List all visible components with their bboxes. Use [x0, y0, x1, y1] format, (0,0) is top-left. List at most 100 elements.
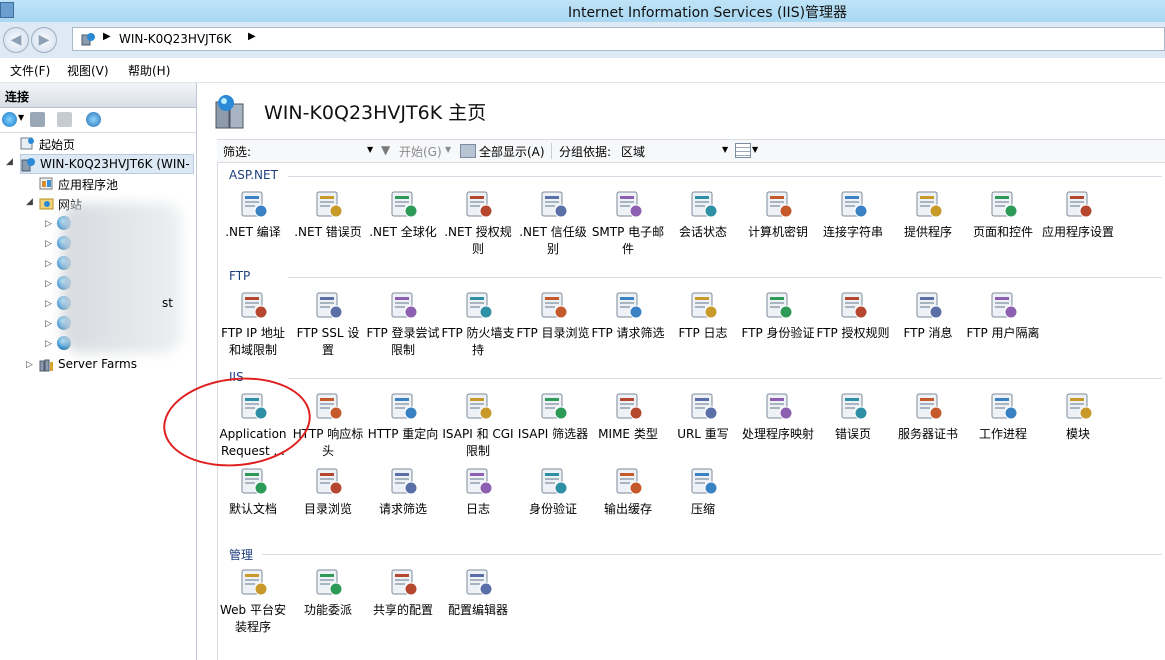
back-button[interactable]: ◀ [3, 27, 29, 53]
sites-folder-icon [39, 198, 54, 210]
tree-server[interactable]: WIN-K0Q23HVJT6K (WIN- [20, 154, 194, 174]
feature-ftp-isolation[interactable]: FTP 用户隔离 [966, 289, 1040, 342]
feature-smtp[interactable]: SMTP 电子邮件 [591, 188, 665, 258]
feature-ftp-filter[interactable]: FTP 请求筛选 [591, 289, 665, 342]
feature-worker-process[interactable]: 工作进程 [966, 390, 1040, 443]
filter-input[interactable] [257, 141, 375, 159]
feature-mime[interactable]: MIME 类型 [591, 390, 665, 443]
chevron-down-icon[interactable]: ▼ [752, 145, 758, 154]
feature-ftp-log[interactable]: FTP 日志 [666, 289, 740, 342]
feature-dir-browse[interactable]: 目录浏览 [291, 465, 365, 518]
feature-modules[interactable]: 模块 [1041, 390, 1115, 443]
feature-config-editor[interactable]: 配置编辑器 [441, 566, 515, 619]
forward-button[interactable]: ▶ [31, 27, 57, 53]
up-icon[interactable] [57, 112, 72, 127]
feature-feature-delegation[interactable]: 功能委派 [291, 566, 365, 619]
address-box[interactable]: ▶ WIN-K0Q23HVJT6K ▶ [72, 27, 1165, 51]
expand-arrow-icon[interactable]: ▷ [45, 279, 52, 289]
ftp-authz-icon [837, 289, 869, 321]
show-all-button[interactable]: 全部显示(A) [479, 143, 545, 160]
feature-compression[interactable]: 压缩 [666, 465, 740, 518]
collapse-arrow-icon[interactable]: ◢ [6, 157, 13, 167]
collapse-arrow-icon[interactable]: ◢ [26, 197, 33, 207]
group-label[interactable]: ASP.NET [229, 168, 278, 182]
feature-machine-key[interactable]: 计算机密钥 [741, 188, 815, 241]
web-platform-installer-icon [237, 566, 269, 598]
pages-controls-icon [987, 188, 1019, 220]
group-by-select[interactable]: 区域 [621, 143, 645, 160]
feature-request-filter[interactable]: 请求筛选 [366, 465, 440, 518]
expand-arrow-icon[interactable]: ▷ [45, 259, 52, 269]
menu-view[interactable]: 视图(V) [67, 62, 109, 79]
view-mode-icon[interactable] [735, 143, 751, 158]
feature-trust-check[interactable]: .NET 信任级别 [516, 188, 590, 258]
feature-error-page-404[interactable]: .NET 错误页 [291, 188, 365, 241]
expand-arrow-icon[interactable]: ▷ [45, 219, 52, 229]
feature-isapi-filter[interactable]: ISAPI 筛选器 [516, 390, 590, 443]
tree-server-farms[interactable]: Server Farms [39, 355, 189, 375]
tree-app-pools[interactable]: 应用程序池 [39, 174, 189, 194]
save-icon[interactable] [30, 112, 45, 127]
feature-handler-mapping[interactable]: 处理程序映射 [741, 390, 815, 443]
feature-url-rewrite[interactable]: URL 重写 [666, 390, 740, 443]
ftp-ssl-icon [312, 289, 344, 321]
expand-arrow-icon[interactable]: ▷ [45, 299, 52, 309]
chevron-down-icon[interactable]: ▼ [367, 145, 373, 154]
expand-arrow-icon[interactable]: ▷ [45, 319, 52, 329]
feature-output-cache[interactable]: 输出缓存 [591, 465, 665, 518]
default-doc-icon [237, 465, 269, 497]
feature-ftp-dir[interactable]: FTP 目录浏览 [516, 289, 590, 342]
filter-label: 筛选: [223, 145, 252, 159]
feature-label: FTP 登录尝试限制 [366, 326, 440, 357]
group-label[interactable]: FTP [229, 269, 250, 283]
feature-lock-doc[interactable]: .NET 授权规则 [441, 188, 515, 258]
menu-file[interactable]: 文件(F) [10, 62, 50, 79]
connect-globe-icon[interactable] [2, 112, 17, 127]
address-path[interactable]: WIN-K0Q23HVJT6K [119, 32, 232, 46]
feature-http-redirect[interactable]: HTTP 重定向 [366, 390, 440, 443]
feature-session[interactable]: 会话状态 [666, 188, 740, 241]
feature-label: 压缩 [690, 502, 715, 516]
feature-authentication[interactable]: 身份验证 [516, 465, 590, 518]
expand-arrow-icon[interactable]: ▷ [26, 360, 33, 370]
feature-ftp-logon[interactable]: FTP 登录尝试限制 [366, 289, 440, 359]
feature-label: FTP IP 地址和域限制 [221, 326, 285, 357]
feature-connection-string[interactable]: 连接字符串 [816, 188, 890, 241]
feature-providers[interactable]: 提供程序 [891, 188, 965, 241]
filter-go-icon[interactable]: ▼ [381, 143, 390, 157]
feature-label: .NET 错误页 [294, 225, 362, 239]
site-label-partial[interactable]: st [162, 296, 173, 310]
feature-default-doc[interactable]: 默认文档 [216, 465, 290, 518]
tree-start-page[interactable]: 起始页 [20, 134, 190, 154]
feature-shared-config[interactable]: 共享的配置 [366, 566, 440, 619]
feature-ftp-firewall[interactable]: FTP 防火墙支持 [441, 289, 515, 359]
disconnect-icon[interactable] [86, 112, 101, 127]
expand-arrow-icon[interactable]: ▷ [45, 339, 52, 349]
expand-arrow-icon[interactable]: ▷ [45, 239, 52, 249]
feature-pages-controls[interactable]: 页面和控件 [966, 188, 1040, 241]
tree-label: Server Farms [58, 357, 137, 371]
feature-globe[interactable]: .NET 全球化 [366, 188, 440, 241]
breadcrumb-arrow-icon[interactable]: ▶ [103, 31, 111, 42]
menu-help[interactable]: 帮助(H) [128, 62, 170, 79]
feature-error-page[interactable]: 错误页 [816, 390, 890, 443]
breadcrumb-arrow-icon[interactable]: ▶ [248, 31, 256, 42]
feature-ftp-authz[interactable]: FTP 授权规则 [816, 289, 890, 342]
feature-isapi-cgi[interactable]: ISAPI 和 CGI 限制 [441, 390, 515, 460]
chevron-down-icon[interactable]: ▼ [18, 113, 24, 122]
feature-web-platform-installer[interactable]: Web 平台安装程序 [216, 566, 290, 636]
features-view: ASP.NET .NET 编译 .NET 错误页 .NET 全球化 .NET 授权规则.… [217, 162, 1165, 660]
chevron-down-icon[interactable]: ▼ [722, 145, 728, 154]
feature-server-cert[interactable]: 服务器证书 [891, 390, 965, 443]
start-button[interactable]: 开始(G) [399, 143, 442, 160]
feature-net-compile[interactable]: .NET 编译 [216, 188, 290, 241]
group-label[interactable]: 管理 [229, 546, 253, 563]
feature-app-settings[interactable]: 应用程序设置 [1041, 188, 1115, 241]
feature-ftp-ip[interactable]: FTP IP 地址和域限制 [216, 289, 290, 359]
feature-label: 身份验证 [528, 502, 577, 516]
feature-logging[interactable]: 日志 [441, 465, 515, 518]
feature-ftp-ssl[interactable]: FTP SSL 设置 [291, 289, 365, 359]
chevron-down-icon[interactable]: ▼ [445, 145, 451, 154]
feature-ftp-message[interactable]: FTP 消息 [891, 289, 965, 342]
feature-ftp-auth[interactable]: FTP 身份验证 [741, 289, 815, 342]
